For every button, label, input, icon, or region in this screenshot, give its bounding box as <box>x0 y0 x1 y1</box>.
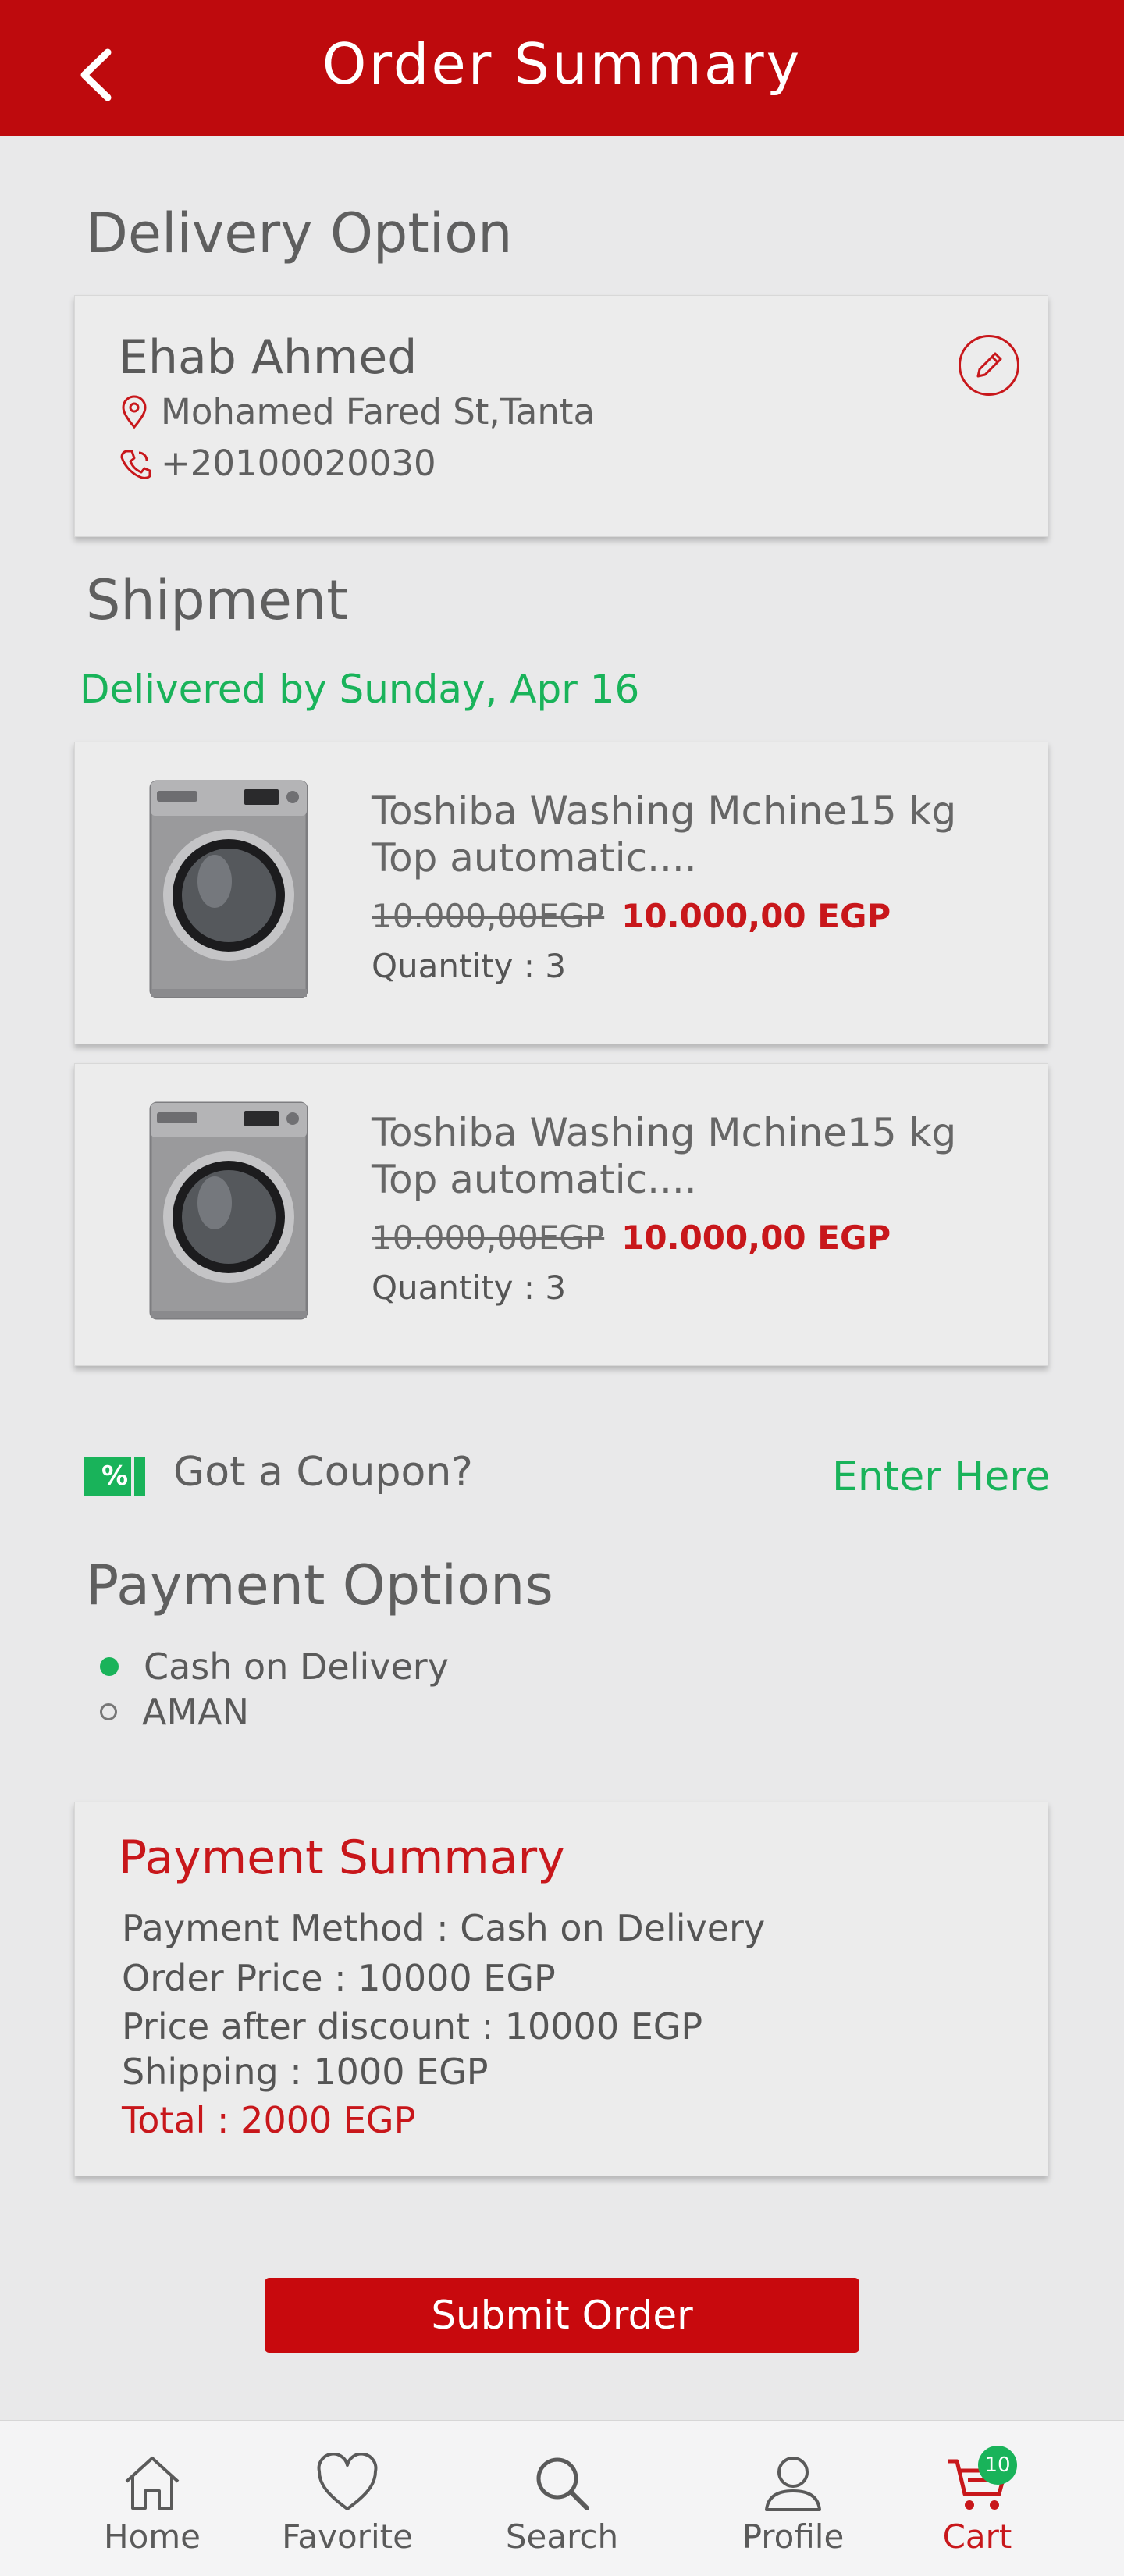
original-price: 10.000,00EGP <box>372 1219 605 1257</box>
summary-method: Payment Method : Cash on Delivery <box>122 1907 766 1949</box>
phone-line: +20100020030 <box>119 443 436 484</box>
quantity-label: Quantity : 3 <box>372 947 567 985</box>
cart-count-badge: 10 <box>978 2446 1017 2485</box>
nav-label: Profile <box>742 2517 845 2556</box>
address-text: Mohamed Fared St,Tanta <box>161 391 596 432</box>
shipment-section-title: Shipment <box>86 568 348 632</box>
sale-price: 10.000,00 EGP <box>621 1219 891 1257</box>
payment-summary-card: Payment Summary Payment Method : Cash on… <box>74 1802 1048 2176</box>
coupon-icon-text: % <box>101 1461 129 1492</box>
product-name: Toshiba Washing Mchine15 kg Top automati… <box>372 788 957 881</box>
summary-title: Payment Summary <box>119 1831 565 1885</box>
nav-search[interactable]: Search <box>484 2450 640 2567</box>
payment-option-aman[interactable]: AMAN <box>100 1691 249 1733</box>
summary-shipping: Shipping : 1000 EGP <box>122 2051 489 2093</box>
sale-price: 10.000,00 EGP <box>621 897 891 935</box>
summary-order-price: Order Price : 10000 EGP <box>122 1957 556 1999</box>
summary-after-discount: Price after discount : 10000 EGP <box>122 2005 703 2048</box>
product-card[interactable]: Toshiba Washing Mchine15 kg Top automati… <box>74 742 1048 1044</box>
cart-icon: 10 <box>942 2446 1017 2516</box>
pencil-icon <box>976 352 1002 378</box>
price-row: 10.000,00EGP 10.000,00 EGP <box>372 897 891 935</box>
original-price: 10.000,00EGP <box>372 897 605 935</box>
address-line: Mohamed Fared St,Tanta <box>119 391 595 432</box>
search-icon <box>527 2450 597 2516</box>
quantity-label: Quantity : 3 <box>372 1268 567 1307</box>
product-name: Toshiba Washing Mchine15 kg Top automati… <box>372 1110 957 1202</box>
nav-label: Favorite <box>282 2517 413 2556</box>
user-icon <box>758 2450 828 2516</box>
product-card[interactable]: Toshiba Washing Mchine15 kg Top automati… <box>74 1063 1048 1366</box>
delivery-section-title: Delivery Option <box>86 201 513 265</box>
phone-text: +20100020030 <box>161 443 436 484</box>
radio-selected[interactable] <box>100 1657 119 1676</box>
coupon-notch <box>131 1457 134 1496</box>
washing-machine-image <box>133 1095 321 1329</box>
nav-favorite[interactable]: Favorite <box>269 2450 425 2567</box>
home-icon <box>117 2450 187 2516</box>
nav-cart[interactable]: 10 Cart <box>899 2446 1055 2567</box>
payment-option-cash[interactable]: Cash on Delivery <box>100 1646 449 1688</box>
radio-unselected[interactable] <box>100 1703 117 1720</box>
edit-address-button[interactable] <box>959 335 1019 396</box>
coupon-icon: % <box>84 1457 145 1496</box>
address-card: Ehab Ahmed Mohamed Fared St,Tanta +20100… <box>74 295 1048 537</box>
delivery-date: Delivered by Sunday, Apr 16 <box>80 667 640 712</box>
nav-label: Search <box>505 2517 619 2556</box>
price-row: 10.000,00EGP 10.000,00 EGP <box>372 1219 891 1257</box>
payment-option-label: Cash on Delivery <box>144 1646 449 1688</box>
bottom-navigation: Home Favorite Search Profile 10 Cart <box>0 2420 1124 2576</box>
location-pin-icon <box>119 395 153 429</box>
heart-icon <box>312 2450 382 2516</box>
summary-total: Total : 2000 EGP <box>122 2099 416 2141</box>
nav-label: Home <box>103 2517 201 2556</box>
page-title: Order Summary <box>322 31 802 97</box>
nav-profile[interactable]: Profile <box>715 2450 871 2567</box>
nav-home[interactable]: Home <box>74 2450 230 2567</box>
enter-coupon-link[interactable]: Enter Here <box>832 1453 1050 1500</box>
coupon-label: Got a Coupon? <box>173 1449 473 1496</box>
phone-icon <box>119 447 153 481</box>
customer-name: Ehab Ahmed <box>119 330 418 385</box>
payment-option-label: AMAN <box>142 1691 250 1733</box>
payment-section-title: Payment Options <box>86 1553 553 1617</box>
app-header: Order Summary <box>0 0 1124 136</box>
nav-label: Cart <box>942 2517 1012 2556</box>
washing-machine-image <box>133 774 321 1008</box>
submit-order-button[interactable]: Submit Order <box>265 2278 859 2353</box>
